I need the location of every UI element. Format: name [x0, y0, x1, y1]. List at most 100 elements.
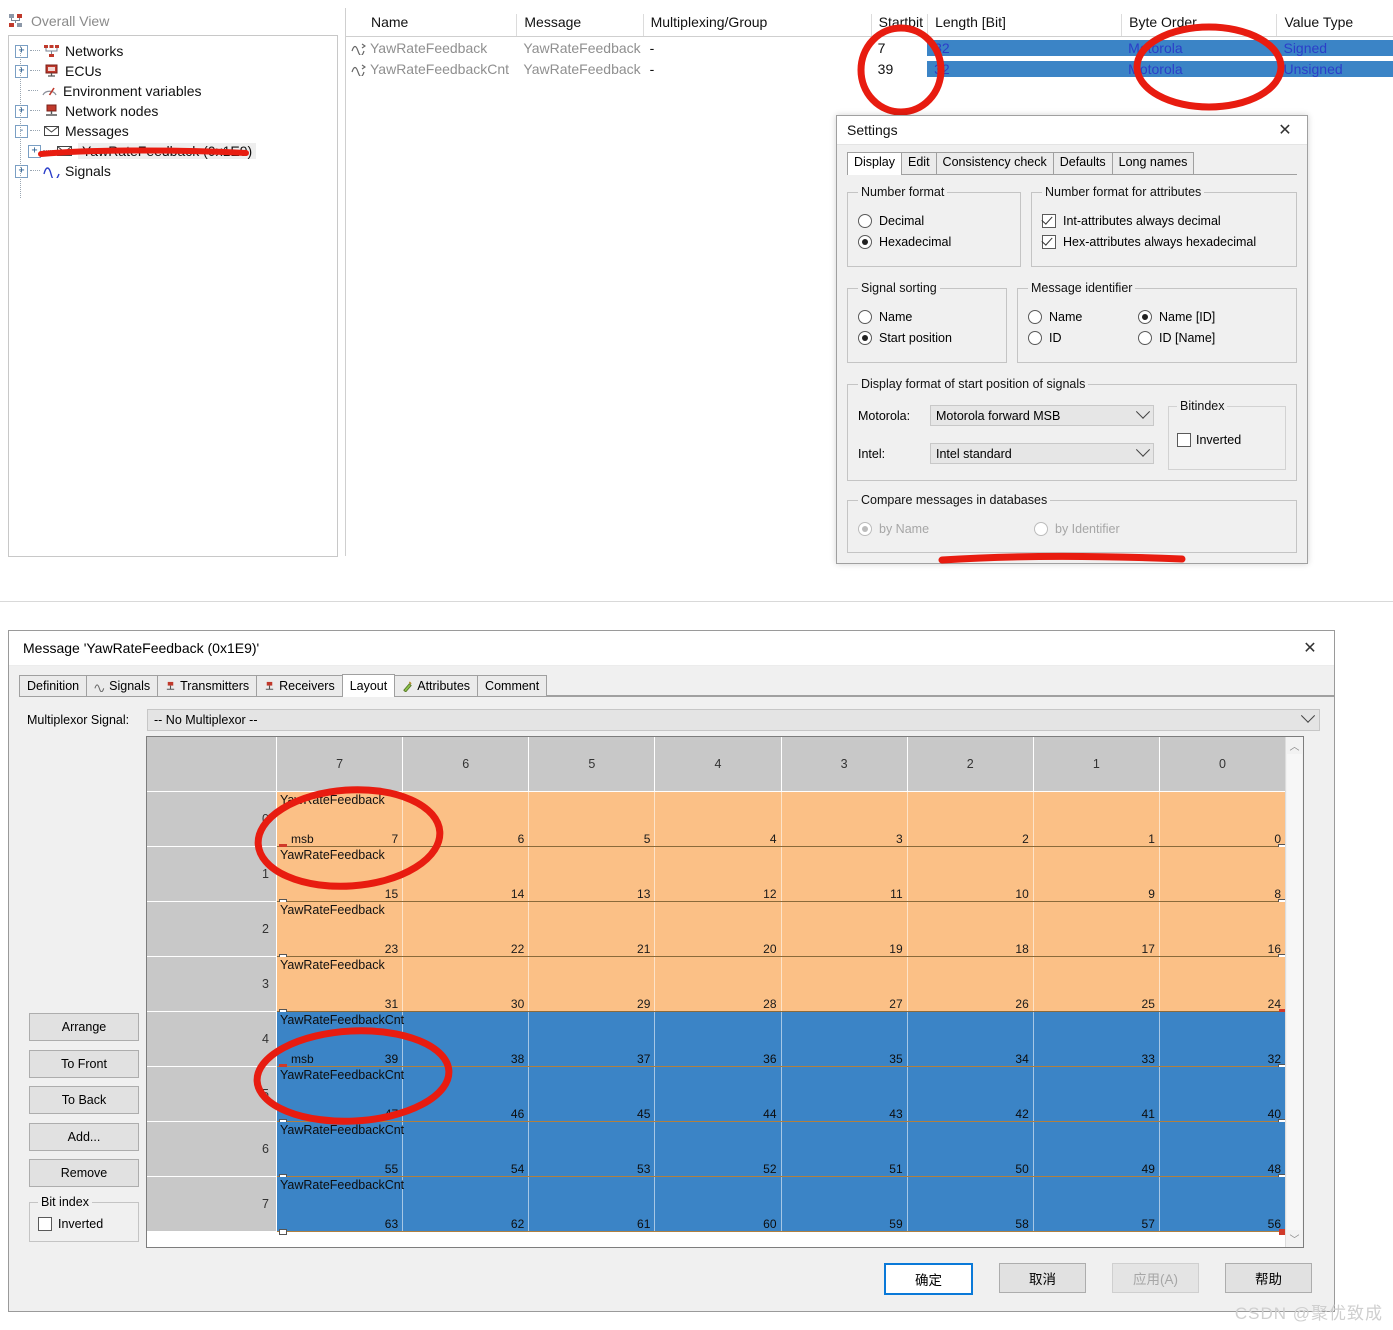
grid-bit-cell-56[interactable]: 56lsb: [1160, 1177, 1286, 1232]
tree-item-yawratefeedback-0x1e9[interactable]: + YawRateFeedback (0x1E9): [15, 141, 337, 161]
grid-bit-cells[interactable]: YawRateFeedback 7 msb 6 5 4 3 2 1 0: [277, 792, 1286, 850]
grid-bit-cell-53[interactable]: 53: [529, 1122, 656, 1177]
grid-bit-cell-43[interactable]: 43: [782, 1067, 908, 1122]
tree-expander-plus-icon[interactable]: +: [15, 64, 28, 78]
grid-bit-cell-42[interactable]: 42: [908, 1067, 1034, 1122]
cancel-button[interactable]: 取消: [999, 1263, 1086, 1293]
grid-left-resize-handle[interactable]: [279, 1229, 287, 1235]
grid-bit-cell-45[interactable]: 45: [529, 1067, 656, 1122]
arrange-button[interactable]: Arrange: [29, 1013, 139, 1041]
settings-tab-defaults[interactable]: Defaults: [1052, 152, 1113, 174]
grid-bit-cell-52[interactable]: 52: [655, 1122, 782, 1177]
tree-expander-plus-icon[interactable]: +: [15, 44, 28, 58]
grid-column-header-7[interactable]: 7: [277, 737, 404, 792]
grid-bit-cell-44[interactable]: 44: [655, 1067, 782, 1122]
grid-bit-cell-41[interactable]: 41: [1034, 1067, 1160, 1122]
radio-decimal[interactable]: Decimal: [858, 214, 1010, 228]
grid-bit-cells[interactable]: YawRateFeedbackCnt 47 46 45 44 43 42 41 40: [277, 1067, 1286, 1125]
grid-column-header-4[interactable]: 4: [655, 737, 782, 792]
grid-bit-cells[interactable]: YawRateFeedback 15 14 13 12 11 10 9 8: [277, 847, 1286, 905]
close-icon[interactable]: ✕: [1290, 635, 1330, 661]
checkbox-bit-index-inverted[interactable]: Inverted: [38, 1217, 130, 1231]
tree-expander-plus-icon[interactable]: +: [15, 104, 28, 118]
message-tab-comment[interactable]: Comment: [477, 675, 548, 696]
grid-bit-cell-48[interactable]: 48: [1160, 1122, 1286, 1177]
grid-column-header-2[interactable]: 2: [907, 737, 1034, 792]
grid-bit-cell-37[interactable]: 37: [529, 1012, 656, 1067]
grid-bit-cells[interactable]: YawRateFeedback 23 22 21 20 19 18 17 16: [277, 902, 1286, 960]
grid-bit-cells[interactable]: YawRateFeedbackCnt 39 msb 38 37 36 35 34 33 32: [277, 1012, 1286, 1070]
grid-bit-cell-18[interactable]: 18: [908, 902, 1034, 957]
tree-expander-plus-icon[interactable]: +: [15, 164, 28, 178]
grid-bit-cell-8[interactable]: 8: [1160, 847, 1286, 902]
chevron-down-icon[interactable]: ﹀: [1286, 1230, 1303, 1247]
tree-item-environment-variables[interactable]: Environment variables: [15, 81, 337, 101]
radio-hexadecimal[interactable]: Hexadecimal: [858, 235, 1010, 249]
remove-button[interactable]: Remove: [29, 1159, 139, 1187]
to-front-button[interactable]: To Front: [29, 1050, 139, 1078]
help-button[interactable]: 帮助: [1225, 1263, 1312, 1293]
close-icon[interactable]: ✕: [1265, 117, 1305, 143]
signal-table-row[interactable]: YawRateFeedbackCnt YawRateFeedback - 39 32 Mo…: [346, 58, 1393, 79]
grid-bit-cell-47[interactable]: YawRateFeedbackCnt 47: [277, 1067, 404, 1122]
grid-bit-cells[interactable]: YawRateFeedbackCnt 55 54 53 52 51 50 49 48: [277, 1122, 1286, 1180]
grid-column-header-6[interactable]: 6: [403, 737, 530, 792]
grid-bit-cell-12[interactable]: 12: [655, 847, 782, 902]
grid-bit-cell-50[interactable]: 50: [908, 1122, 1034, 1177]
grid-bit-cell-55[interactable]: YawRateFeedbackCnt 55: [277, 1122, 404, 1177]
grid-column-header-5[interactable]: 5: [529, 737, 656, 792]
tree-item-networks[interactable]: + Networks: [15, 41, 337, 61]
grid-bit-cells[interactable]: YawRateFeedbackCnt 63 62 61 60 59 58 57 56lsb: [277, 1177, 1286, 1235]
message-tab-attributes[interactable]: Attributes: [394, 675, 479, 696]
grid-bit-cell-7[interactable]: YawRateFeedback 7 msb: [277, 792, 404, 847]
message-tab-receivers[interactable]: Receivers: [256, 675, 343, 696]
grid-bit-cell-34[interactable]: 34: [908, 1012, 1034, 1067]
grid-bit-cell-4[interactable]: 4: [655, 792, 782, 847]
grid-bit-cell-17[interactable]: 17: [1034, 902, 1160, 957]
message-dialog-tabstrip[interactable]: Definition Signals Transmitters Receivers La…: [19, 674, 1334, 697]
grid-bit-cell-58[interactable]: 58: [908, 1177, 1034, 1232]
radio-sorting-name[interactable]: Name: [858, 310, 996, 324]
message-tab-layout[interactable]: Layout: [341, 674, 396, 697]
to-back-button[interactable]: To Back: [29, 1086, 139, 1114]
settings-tab-long-names[interactable]: Long names: [1111, 152, 1195, 174]
grid-column-header-0[interactable]: 0: [1159, 737, 1286, 792]
grid-bit-cell-51[interactable]: 51: [782, 1122, 908, 1177]
ok-button[interactable]: 确定: [884, 1263, 973, 1295]
grid-bit-cell-2[interactable]: 2: [908, 792, 1034, 847]
grid-bit-cell-28[interactable]: 28: [655, 957, 782, 1012]
tree-item-messages[interactable]: - Messages: [15, 121, 337, 141]
checkbox-int-attributes-decimal[interactable]: Int-attributes always decimal: [1042, 214, 1286, 228]
grid-bit-cell-39[interactable]: YawRateFeedbackCnt 39 msb: [277, 1012, 404, 1067]
chevron-up-icon[interactable]: ︿: [1286, 737, 1303, 754]
radio-identifier-name-id[interactable]: Name [ID]: [1138, 310, 1286, 324]
tree-expander-plus-icon[interactable]: +: [28, 144, 41, 158]
checkbox-hex-attributes-hexadecimal[interactable]: Hex-attributes always hexadecimal: [1042, 235, 1286, 249]
radio-identifier-id-name[interactable]: ID [Name]: [1138, 331, 1286, 345]
scrollbar-thumb[interactable]: [1287, 754, 1302, 1230]
grid-bit-cell-5[interactable]: 5: [529, 792, 656, 847]
signal-table-row[interactable]: YawRateFeedback YawRateFeedback -7 32 Motoro…: [346, 37, 1393, 58]
settings-tab-edit[interactable]: Edit: [901, 152, 937, 174]
grid-column-header-1[interactable]: 1: [1033, 737, 1160, 792]
grid-bit-cell-60[interactable]: 60: [655, 1177, 782, 1232]
grid-bit-cell-30[interactable]: 30: [403, 957, 530, 1012]
checkbox-bitindex-inverted[interactable]: Inverted: [1177, 433, 1277, 447]
grid-bit-cell-24[interactable]: 24lsb: [1160, 957, 1286, 1012]
tree-expander-minus-icon[interactable]: -: [15, 124, 28, 138]
grid-bit-cell-62[interactable]: 62: [403, 1177, 530, 1232]
grid-bit-cell-19[interactable]: 19: [782, 902, 908, 957]
grid-bit-cell-46[interactable]: 46: [403, 1067, 530, 1122]
grid-vertical-scrollbar[interactable]: ︿ ﹀: [1285, 737, 1303, 1247]
grid-bit-cell-35[interactable]: 35: [782, 1012, 908, 1067]
overall-view-tree-container[interactable]: + Networks + ECUs Environment variables + Netw…: [8, 35, 338, 557]
grid-bit-cells[interactable]: YawRateFeedback 31 30 29 28 27 26 25 24lsb: [277, 957, 1286, 1015]
motorola-format-select[interactable]: Motorola forward MSB: [930, 404, 1154, 426]
grid-bit-cell-16[interactable]: 16: [1160, 902, 1286, 957]
grid-bit-cell-13[interactable]: 13: [529, 847, 656, 902]
grid-bit-cell-1[interactable]: 1: [1034, 792, 1160, 847]
grid-bit-cell-32[interactable]: 32: [1160, 1012, 1286, 1067]
col-header-startbit[interactable]: Startbit: [870, 14, 927, 36]
tree-item-signals[interactable]: + Signals: [15, 161, 337, 181]
grid-bit-cell-63[interactable]: YawRateFeedbackCnt 63: [277, 1177, 404, 1232]
